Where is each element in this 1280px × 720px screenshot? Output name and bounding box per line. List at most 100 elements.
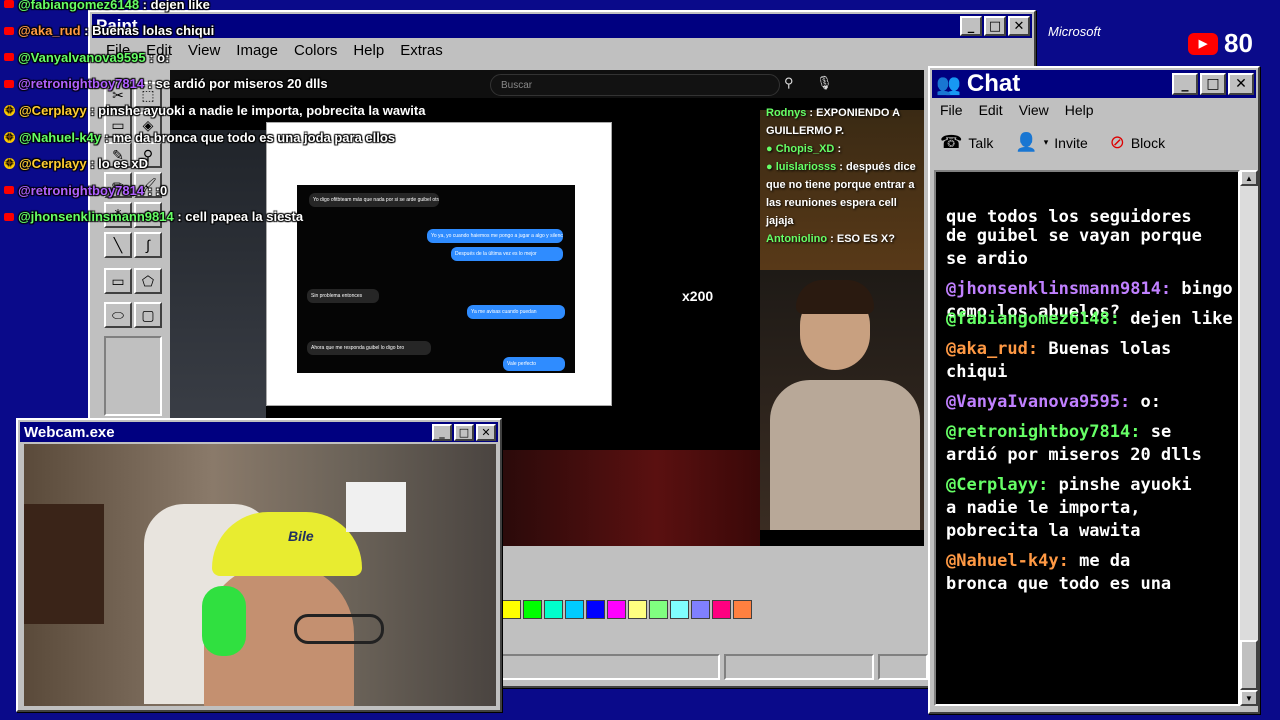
overlay-chat-user: @fabiangomez6148 bbox=[18, 0, 140, 12]
palette-color-swatch[interactable] bbox=[502, 600, 521, 619]
overlay-chat-user: @jhonsenklinsmann9814 bbox=[18, 209, 174, 225]
paper-towel-roll bbox=[346, 482, 406, 532]
rounded-rect-icon[interactable]: ▢ bbox=[134, 302, 162, 328]
palette-color-swatch[interactable] bbox=[544, 600, 563, 619]
overlay-chat-message: me da bronca que todo es una joda para e… bbox=[112, 129, 396, 145]
overlay-chat-user: @Vanyalvanova9595 bbox=[18, 49, 146, 65]
x200-overlay: x200 bbox=[682, 288, 714, 304]
youtube-icon bbox=[4, 212, 14, 221]
maximize-button[interactable]: □ bbox=[1200, 73, 1226, 95]
chat-messages[interactable]: que todos los seguidores de guibel se va… bbox=[934, 170, 1240, 706]
maximize-button[interactable]: □ bbox=[984, 16, 1006, 36]
paint-titlebar[interactable]: Paint _ □ ✕ bbox=[92, 14, 1032, 38]
glasses bbox=[294, 614, 384, 644]
status-cell bbox=[878, 654, 928, 680]
menu-help[interactable]: Help bbox=[345, 42, 392, 59]
minimize-button[interactable]: _ bbox=[1172, 73, 1198, 95]
embedded-chat-user: luislariosss bbox=[775, 161, 837, 173]
menu-help[interactable]: Help bbox=[1057, 102, 1102, 118]
embedded-chat-screenshot: Yo digo ofitbteam más que nada por si se… bbox=[297, 185, 575, 373]
member-badge-icon: ✦ bbox=[4, 104, 15, 116]
close-button[interactable]: ✕ bbox=[1228, 73, 1254, 95]
chat-titlebar[interactable]: 👥 Chat _ □ ✕ bbox=[932, 70, 1256, 98]
chat-bubble: Yo ya, yo cuando haiemos me pongo a juga… bbox=[427, 229, 563, 243]
overlay-chat-message: cell papea la siesta bbox=[185, 209, 304, 225]
embedded-chat-msg: ESO ES X? bbox=[836, 233, 895, 245]
chat-text: de guibel se vayan porque bbox=[946, 226, 1202, 246]
rectangle-icon[interactable]: ▭ bbox=[104, 268, 132, 294]
embedded-chat-user: Rodnys bbox=[766, 107, 807, 119]
menu-image[interactable]: Image bbox=[228, 42, 286, 59]
people-icon: 👥 bbox=[936, 73, 961, 96]
menu-edit[interactable]: Edit bbox=[971, 102, 1011, 118]
viewer-counter: ▶ 80 bbox=[1188, 28, 1253, 59]
green-headphones bbox=[202, 586, 246, 656]
chat-text: o: bbox=[1140, 392, 1161, 412]
chat-username: @jhonsenklinsmann9814: bbox=[946, 279, 1172, 299]
embedded-stream-chat: Rodnys : EXPONIENDO A GUILLERMO P. ● Cho… bbox=[766, 107, 916, 245]
overlay-chat-row: ✦ @Nahuel-k4y : me da bronca que todo es … bbox=[4, 129, 396, 145]
chat-message: @fabiangomez6148: dejen like bbox=[946, 308, 1236, 331]
chat-username: @Cerplayy: bbox=[946, 475, 1049, 495]
chat-text: dejen like bbox=[1130, 309, 1233, 329]
overlay-chat-row: @aka_rud : Buenas lolas chiqui bbox=[4, 20, 214, 42]
mic-icon: 🎙 bbox=[816, 75, 833, 90]
overlay-chat-user: @retronightboy7814 bbox=[18, 182, 145, 198]
minimize-button[interactable]: _ bbox=[960, 16, 982, 36]
maximize-button[interactable]: □ bbox=[454, 423, 474, 441]
palette-color-swatch[interactable] bbox=[670, 600, 689, 619]
scroll-thumb[interactable] bbox=[1240, 640, 1258, 690]
close-button[interactable]: ✕ bbox=[476, 423, 496, 441]
menu-file[interactable]: File bbox=[932, 102, 971, 118]
chat-username: @aka_rud: bbox=[946, 339, 1039, 359]
overlay-chat-row: ✦ @Cerplayy : pinshe ayuoki a nadie le im… bbox=[4, 102, 426, 118]
palette-color-swatch[interactable] bbox=[607, 600, 626, 619]
close-button[interactable]: ✕ bbox=[1008, 16, 1030, 36]
ellipse-icon[interactable]: ⬭ bbox=[104, 302, 132, 328]
palette-color-swatch[interactable] bbox=[628, 600, 647, 619]
red-blanket bbox=[500, 450, 760, 546]
scroll-down-icon[interactable]: ▼ bbox=[1240, 690, 1258, 706]
menu-view[interactable]: View bbox=[180, 42, 228, 59]
chat-username: @fabiangomez6148: bbox=[946, 309, 1120, 329]
palette-color-swatch[interactable] bbox=[733, 600, 752, 619]
chat-text: a nadie le importa, bbox=[946, 498, 1141, 518]
talk-button[interactable]: ☎ Talk bbox=[940, 132, 993, 153]
menu-colors[interactable]: Colors bbox=[286, 42, 345, 59]
color-palette bbox=[502, 600, 752, 619]
chat-bubble: Yo digo ofitbteam más que nada por si se… bbox=[309, 193, 439, 207]
invite-button[interactable]: 👤 ▾ Invite bbox=[1015, 132, 1087, 153]
line-icon[interactable]: ╲ bbox=[104, 232, 132, 258]
palette-color-swatch[interactable] bbox=[649, 600, 668, 619]
chat-title: Chat bbox=[966, 70, 1021, 97]
polygon-icon[interactable]: ⬠ bbox=[134, 268, 162, 294]
cap-text: Bile bbox=[288, 528, 314, 544]
webcam-titlebar[interactable]: Webcam.exe _ □ ✕ bbox=[20, 422, 498, 442]
palette-color-swatch[interactable] bbox=[712, 600, 731, 619]
menu-extras[interactable]: Extras bbox=[392, 42, 451, 59]
palette-color-swatch[interactable] bbox=[523, 600, 542, 619]
chat-message: @aka_rud: Buenas lolas chiqui bbox=[946, 338, 1236, 384]
webcam-title: Webcam.exe bbox=[24, 423, 115, 441]
game-screenshot bbox=[170, 130, 266, 450]
chat-scrollbar[interactable]: ▲ ▼ bbox=[1240, 170, 1258, 706]
embedded-chat-user: Chopis_XD bbox=[775, 143, 835, 155]
youtube-icon: ▶ bbox=[1188, 32, 1218, 55]
paint-statusbar bbox=[500, 654, 928, 680]
palette-color-swatch[interactable] bbox=[586, 600, 605, 619]
webcam-feed: Bile bbox=[24, 444, 496, 706]
curve-icon[interactable]: ∫ bbox=[134, 232, 162, 258]
embedded-search-input: Buscar bbox=[490, 74, 780, 96]
minimize-button[interactable]: _ bbox=[432, 423, 452, 441]
scroll-up-icon[interactable]: ▲ bbox=[1240, 170, 1258, 186]
chat-text: bronca que todo es una bbox=[946, 574, 1172, 594]
palette-color-swatch[interactable] bbox=[691, 600, 710, 619]
overlay-chat-row: ✦ @Cerplayy : lo es xD bbox=[4, 156, 149, 172]
menu-view[interactable]: View bbox=[1011, 102, 1057, 118]
chat-bubble: Ya me avisas cuando puedan bbox=[467, 305, 565, 319]
invite-icon: 👤 bbox=[1015, 132, 1038, 152]
palette-color-swatch[interactable] bbox=[565, 600, 584, 619]
overlay-chat-message: o: bbox=[157, 49, 170, 65]
block-button[interactable]: ⊘ Block bbox=[1110, 132, 1165, 153]
member-badge-icon: ✦ bbox=[4, 131, 15, 143]
